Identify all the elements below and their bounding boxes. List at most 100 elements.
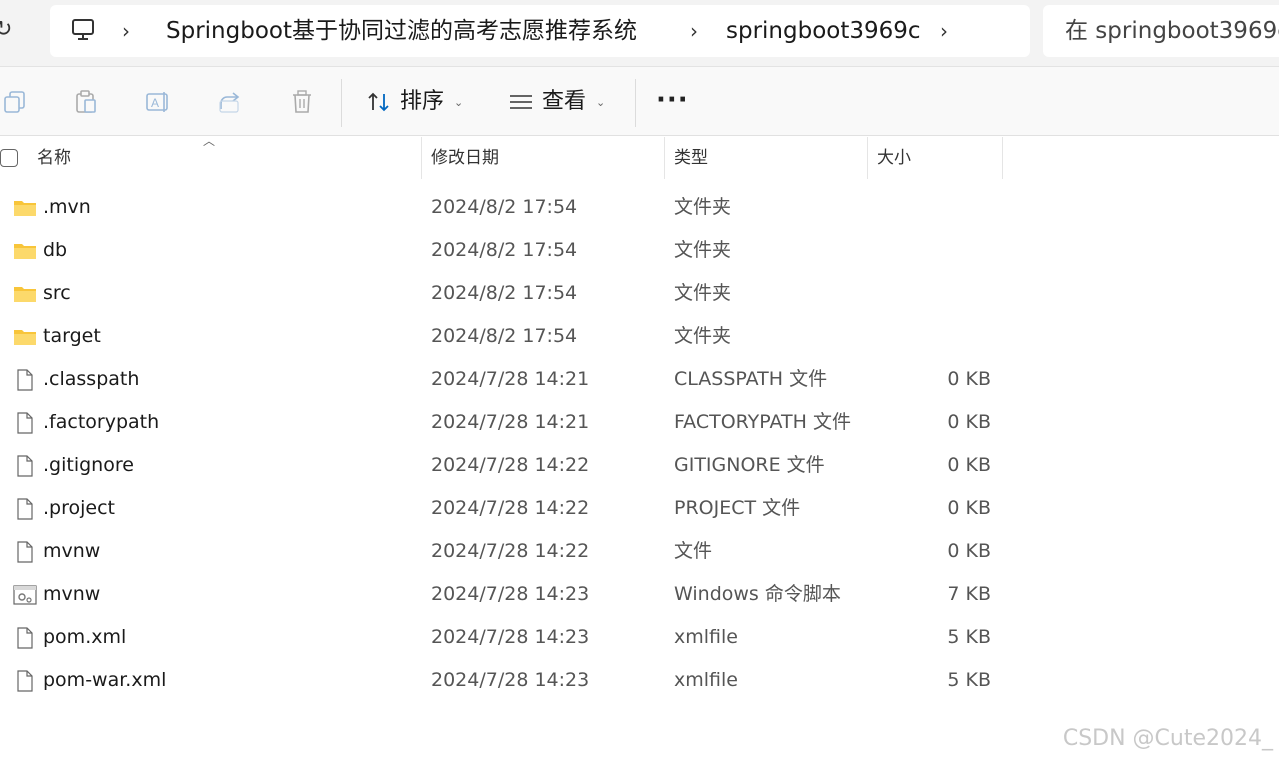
file-type: xmlfile [674, 669, 738, 691]
file-type: xmlfile [674, 626, 738, 648]
file-date: 2024/7/28 14:23 [431, 583, 590, 605]
sort-icon [368, 92, 389, 112]
file-icon [17, 627, 33, 649]
column-header-size[interactable]: 大小 [877, 137, 911, 179]
file-size: 0 KB [947, 368, 991, 390]
column-header-row: 名称 修改日期 类型 大小 [0, 137, 1279, 179]
breadcrumb-item-parent[interactable]: Springboot基于协同过滤的高考志愿推荐系统 [166, 17, 637, 45]
file-icon [17, 498, 33, 520]
column-header-date[interactable]: 修改日期 [431, 137, 499, 179]
view-list-icon [510, 95, 532, 109]
file-size: 0 KB [947, 540, 991, 562]
file-date: 2024/7/28 14:21 [431, 411, 590, 433]
chevron-down-icon: ⌄ [454, 95, 464, 109]
breadcrumb-item-current[interactable]: springboot3969c [726, 17, 921, 45]
file-date: 2024/8/2 17:54 [431, 196, 578, 218]
file-name: pom.xml [43, 626, 127, 648]
svg-text:A: A [151, 96, 159, 110]
file-size: 0 KB [947, 454, 991, 476]
share-icon[interactable] [217, 89, 243, 115]
toolbar-divider [341, 79, 342, 127]
folder-icon [14, 244, 36, 259]
file-row[interactable]: .project 2024/7/28 14:22 PROJECT 文件 0 KB [0, 487, 1279, 530]
view-button[interactable]: 查看 ⌄ [508, 85, 605, 119]
chevron-right-icon[interactable]: › [690, 21, 698, 41]
file-row[interactable]: target 2024/8/2 17:54 文件夹 [0, 315, 1279, 358]
file-row[interactable]: .mvn 2024/8/2 17:54 文件夹 [0, 186, 1279, 229]
file-name: target [43, 325, 101, 347]
file-row[interactable]: .gitignore 2024/7/28 14:22 GITIGNORE 文件 … [0, 444, 1279, 487]
file-size: 5 KB [947, 626, 991, 648]
file-date: 2024/7/28 14:23 [431, 626, 590, 648]
delete-icon[interactable] [289, 89, 315, 115]
file-type: 文件夹 [674, 196, 732, 218]
file-row[interactable]: mvnw 2024/7/28 14:23 Windows 命令脚本 7 KB [0, 573, 1279, 616]
file-name: db [43, 239, 68, 261]
watermark: CSDN @Cute2024_ [1062, 726, 1273, 751]
refresh-icon[interactable]: ↻ [0, 14, 18, 46]
sort-button[interactable]: 排序 ⌄ [366, 85, 463, 119]
column-header-type[interactable]: 类型 [674, 137, 708, 179]
column-divider[interactable] [1002, 137, 1003, 179]
file-type: 文件夹 [674, 325, 732, 347]
file-name: .gitignore [43, 454, 134, 476]
file-row[interactable]: db 2024/8/2 17:54 文件夹 [0, 229, 1279, 272]
column-header-name[interactable]: 名称 [37, 137, 71, 179]
file-date: 2024/7/28 14:23 [431, 669, 590, 691]
search-placeholder: 在 springboot3969c [1065, 18, 1279, 44]
file-size: 5 KB [947, 669, 991, 691]
script-icon [13, 585, 37, 605]
file-icon [17, 541, 33, 563]
file-type: Windows 命令脚本 [674, 583, 841, 605]
chevron-right-icon[interactable]: › [122, 21, 130, 41]
file-type: 文件 [674, 540, 713, 562]
file-list: .mvn 2024/8/2 17:54 文件夹 db 2024/8/2 17:5… [0, 186, 1279, 702]
file-name: src [43, 282, 71, 304]
file-name: .mvn [43, 196, 91, 218]
sort-label: 排序 [400, 89, 445, 114]
file-row[interactable]: .factorypath 2024/7/28 14:21 FACTORYPATH… [0, 401, 1279, 444]
file-size: 7 KB [947, 583, 991, 605]
file-date: 2024/8/2 17:54 [431, 239, 578, 261]
file-row[interactable]: pom.xml 2024/7/28 14:23 xmlfile 5 KB [0, 616, 1279, 659]
copy-icon[interactable] [2, 89, 28, 115]
address-bar[interactable]: › Springboot基于协同过滤的高考志愿推荐系统 › springboot… [50, 5, 1030, 57]
file-row[interactable]: src 2024/8/2 17:54 文件夹 [0, 272, 1279, 315]
file-icon [17, 455, 33, 477]
file-name: mvnw [43, 583, 101, 605]
file-type: PROJECT 文件 [674, 497, 801, 519]
chevron-right-icon[interactable]: › [940, 21, 948, 41]
column-divider[interactable] [867, 137, 868, 179]
file-size: 0 KB [947, 497, 991, 519]
file-size: 0 KB [947, 411, 991, 433]
more-options-icon[interactable]: ··· [656, 87, 689, 113]
rename-icon[interactable]: A [145, 89, 171, 115]
search-box[interactable]: 在 springboot3969c [1043, 5, 1279, 57]
file-date: 2024/7/28 14:22 [431, 540, 590, 562]
file-name: pom-war.xml [43, 669, 167, 691]
paste-icon[interactable] [73, 89, 99, 115]
file-icon [17, 412, 33, 434]
file-date: 2024/7/28 14:21 [431, 368, 590, 390]
folder-icon [14, 330, 36, 345]
file-row[interactable]: mvnw 2024/7/28 14:22 文件 0 KB [0, 530, 1279, 573]
file-row[interactable]: .classpath 2024/7/28 14:21 CLASSPATH 文件 … [0, 358, 1279, 401]
command-bar: A 排序 ⌄ 查看 ⌄ ··· [0, 67, 1279, 136]
file-name: .classpath [43, 368, 140, 390]
folder-icon [14, 287, 36, 302]
file-type: 文件夹 [674, 239, 732, 261]
file-name: mvnw [43, 540, 101, 562]
address-bar-area: ↻ › Springboot基于协同过滤的高考志愿推荐系统 › springbo… [0, 0, 1279, 67]
column-divider[interactable] [664, 137, 665, 179]
file-type: CLASSPATH 文件 [674, 368, 828, 390]
file-date: 2024/7/28 14:22 [431, 454, 590, 476]
file-icon [17, 369, 33, 391]
file-date: 2024/8/2 17:54 [431, 325, 578, 347]
file-date: 2024/8/2 17:54 [431, 282, 578, 304]
folder-icon [14, 201, 36, 216]
view-label: 查看 [542, 89, 587, 114]
this-pc-icon[interactable] [70, 17, 96, 43]
column-divider[interactable] [421, 137, 422, 179]
file-name: .project [43, 497, 115, 519]
file-row[interactable]: pom-war.xml 2024/7/28 14:23 xmlfile 5 KB [0, 659, 1279, 702]
